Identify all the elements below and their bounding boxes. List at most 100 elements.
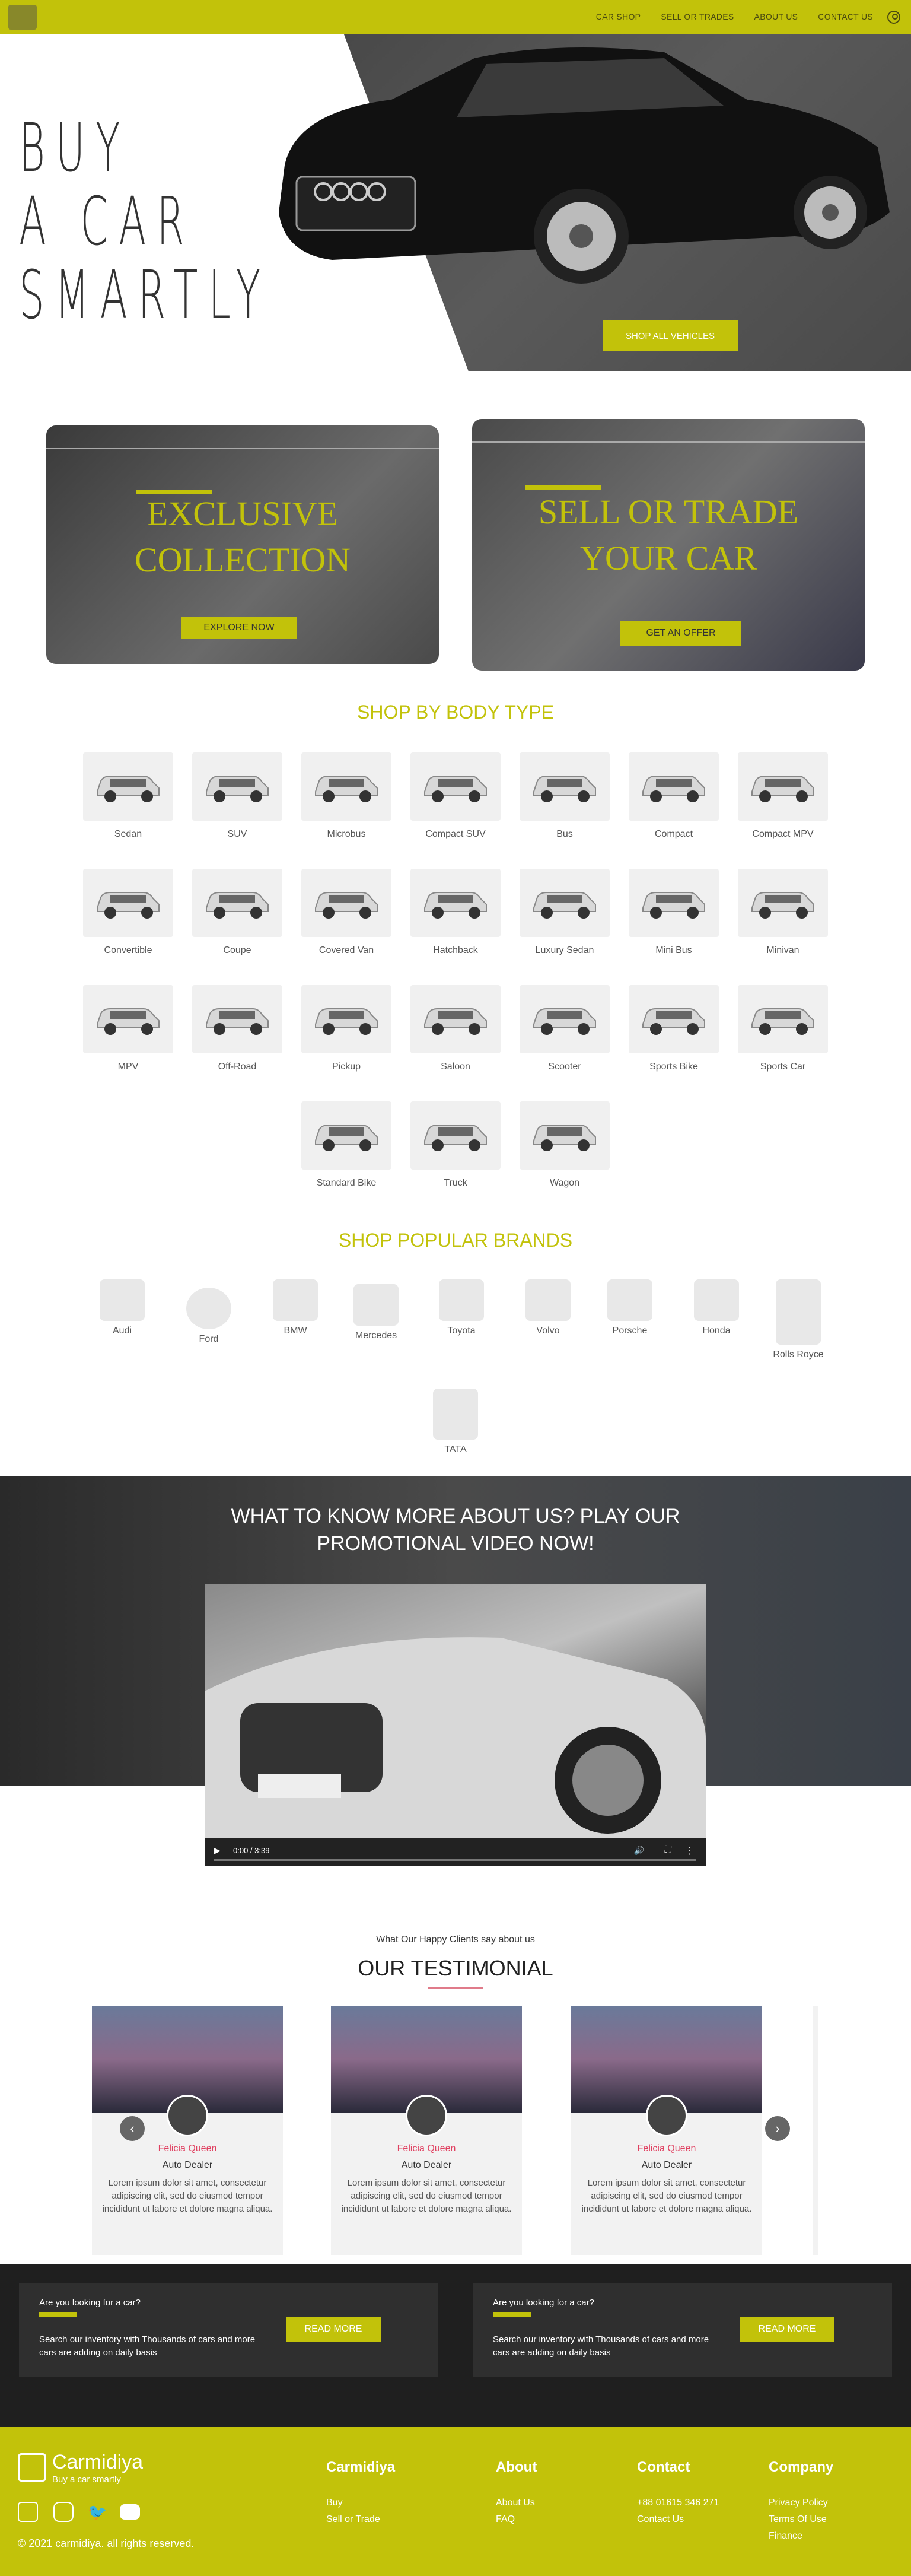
footer-link-about-us[interactable]: About Us	[496, 2495, 535, 2511]
promo-video-player[interactable]: ▶ 0:00 / 3:39 🔊 ⛶ ⋮	[205, 1584, 706, 1866]
body-type-mini-bus[interactable]: Mini Bus	[629, 869, 719, 956]
body-type-bus[interactable]: Bus	[520, 752, 610, 840]
brand-porsche[interactable]: Porsche	[600, 1279, 660, 1336]
volume-icon[interactable]: 🔊	[634, 1846, 644, 1856]
tata-logo-icon	[433, 1389, 478, 1440]
instagram-icon[interactable]	[53, 2502, 74, 2522]
nav-link-about-us[interactable]: ABOUT US	[754, 12, 798, 21]
body-type-label: Truck	[444, 1178, 467, 1188]
car-thumbnail	[629, 985, 719, 1053]
car-thumbnail	[410, 869, 501, 937]
logo-icon[interactable]	[8, 5, 37, 30]
user-icon[interactable]	[887, 11, 900, 24]
brand-volvo[interactable]: Volvo	[518, 1279, 578, 1336]
brand-tata[interactable]: TATA	[426, 1389, 485, 1455]
body-type-scooter[interactable]: Scooter	[520, 985, 610, 1072]
body-type-sports-bike[interactable]: Sports Bike	[629, 985, 719, 1072]
body-type-luxury-sedan[interactable]: Luxury Sedan	[520, 869, 610, 956]
title-underline	[428, 1987, 483, 1989]
brand-ford[interactable]: Ford	[179, 1288, 238, 1345]
body-type-sports-car[interactable]: Sports Car	[738, 985, 828, 1072]
car-thumbnail	[83, 985, 173, 1053]
video-progress[interactable]	[214, 1859, 696, 1861]
body-type-label: Coupe	[223, 945, 251, 955]
body-type-covered-van[interactable]: Covered Van	[301, 869, 391, 956]
body-type-suv[interactable]: SUV	[192, 752, 282, 840]
body-type-label: Wagon	[549, 1178, 580, 1188]
body-type-microbus[interactable]: Microbus	[301, 752, 391, 840]
brand-rolls-royce[interactable]: Rolls Royce	[769, 1279, 828, 1360]
body-type-wagon[interactable]: Wagon	[520, 1101, 610, 1189]
body-type-mpv[interactable]: MPV	[83, 985, 173, 1072]
footer-link-terms-of-use[interactable]: Terms Of Use	[769, 2511, 827, 2528]
brand-honda[interactable]: Honda	[687, 1279, 746, 1336]
fullscreen-icon[interactable]: ⛶	[665, 1845, 671, 1856]
car-thumbnail	[738, 869, 828, 937]
nav-link-car-shop[interactable]: CAR SHOP	[596, 12, 641, 21]
body-type-convertible[interactable]: Convertible	[83, 869, 173, 956]
explore-now-button[interactable]: EXPLORE NOW	[181, 617, 297, 639]
nav-link-contact-us[interactable]: CONTACT US	[818, 12, 873, 21]
footer-link-faq[interactable]: FAQ	[496, 2511, 515, 2528]
car-thumbnail	[192, 869, 282, 937]
footer: Carmidiya Buy a car smartly 🐦 © 2021 car…	[0, 2427, 911, 2576]
brand-audi[interactable]: Audi	[93, 1279, 152, 1336]
cta-underline	[39, 2312, 77, 2317]
footer-link-privacy-policy[interactable]: Privacy Policy	[769, 2495, 828, 2511]
body-type-compact-mpv[interactable]: Compact MPV	[738, 752, 828, 840]
footer-link-88-01615-346-271[interactable]: +88 01615 346 271	[637, 2495, 719, 2511]
brand-toyota[interactable]: Toyota	[432, 1279, 491, 1336]
footer-link-sell-or-trade[interactable]: Sell or Trade	[326, 2511, 380, 2528]
brand-mercedes[interactable]: Mercedes	[346, 1284, 406, 1341]
car-thumbnail	[301, 869, 391, 937]
body-type-compact[interactable]: Compact	[629, 752, 719, 840]
more-options-icon[interactable]: ⋮	[684, 1845, 694, 1857]
testimonial-title: OUR TESTIMONIAL	[358, 1956, 553, 1980]
body-type-truck[interactable]: Truck	[410, 1101, 501, 1189]
toyota-logo-icon	[439, 1279, 484, 1321]
car-thumbnail	[520, 1101, 610, 1170]
read-more-button[interactable]: READ MORE	[286, 2317, 381, 2342]
prev-arrow-icon[interactable]: ‹	[120, 2116, 145, 2141]
body-type-label: Compact SUV	[425, 829, 486, 839]
brand-bmw[interactable]: BMW	[266, 1279, 325, 1336]
body-type-pickup[interactable]: Pickup	[301, 985, 391, 1072]
footer-brand: Carmidiya	[52, 2451, 144, 2473]
footer-link-finance[interactable]: Finance	[769, 2528, 802, 2545]
body-type-sedan[interactable]: Sedan	[83, 752, 173, 840]
twitter-icon[interactable]: 🐦	[88, 2502, 108, 2522]
car-thumbnail	[738, 752, 828, 821]
body-type-saloon[interactable]: Saloon	[410, 985, 501, 1072]
body-type-hatchback[interactable]: Hatchback	[410, 869, 501, 956]
nav-links: CAR SHOP SELL OR TRADES ABOUT US CONTACT…	[596, 12, 873, 21]
brand-label: Porsche	[612, 1326, 648, 1336]
body-type-coupe[interactable]: Coupe	[192, 869, 282, 956]
nav-link-sell-or-trades[interactable]: SELL OR TRADES	[661, 12, 734, 21]
footer-logo-icon[interactable]	[18, 2453, 46, 2482]
avatar	[646, 2095, 687, 2136]
cta-card: Are you looking for a car? Search our inv…	[473, 2283, 892, 2377]
body-type-minivan[interactable]: Minivan	[738, 869, 828, 956]
brand-label: TATA	[444, 1444, 467, 1454]
read-more-button[interactable]: READ MORE	[740, 2317, 834, 2342]
volvo-logo-icon	[525, 1279, 571, 1321]
body-type-standard-bike[interactable]: Standard Bike	[301, 1101, 391, 1189]
body-type-label: Microbus	[327, 829, 366, 839]
video-controls: ▶ 0:00 / 3:39 🔊 ⛶ ⋮	[205, 1838, 706, 1866]
body-type-off-road[interactable]: Off-Road	[192, 985, 282, 1072]
car-thumbnail	[410, 985, 501, 1053]
next-arrow-icon[interactable]: ›	[765, 2116, 790, 2141]
youtube-icon[interactable]	[120, 2504, 140, 2520]
shop-all-vehicles-button[interactable]: SHOP ALL VEHICLES	[603, 320, 738, 351]
body-type-compact-suv[interactable]: Compact SUV	[410, 752, 501, 840]
car-thumbnail	[520, 869, 610, 937]
body-type-label: Bus	[556, 829, 573, 839]
car-thumbnail	[629, 752, 719, 821]
get-an-offer-button[interactable]: GET AN OFFER	[620, 621, 741, 646]
footer-link-buy[interactable]: Buy	[326, 2495, 343, 2511]
car-thumbnail	[301, 1101, 391, 1170]
footer-link-contact-us[interactable]: Contact Us	[637, 2511, 684, 2528]
facebook-icon[interactable]	[18, 2502, 38, 2522]
play-icon[interactable]: ▶	[214, 1846, 221, 1856]
rolls-royce-logo-icon	[776, 1279, 821, 1345]
